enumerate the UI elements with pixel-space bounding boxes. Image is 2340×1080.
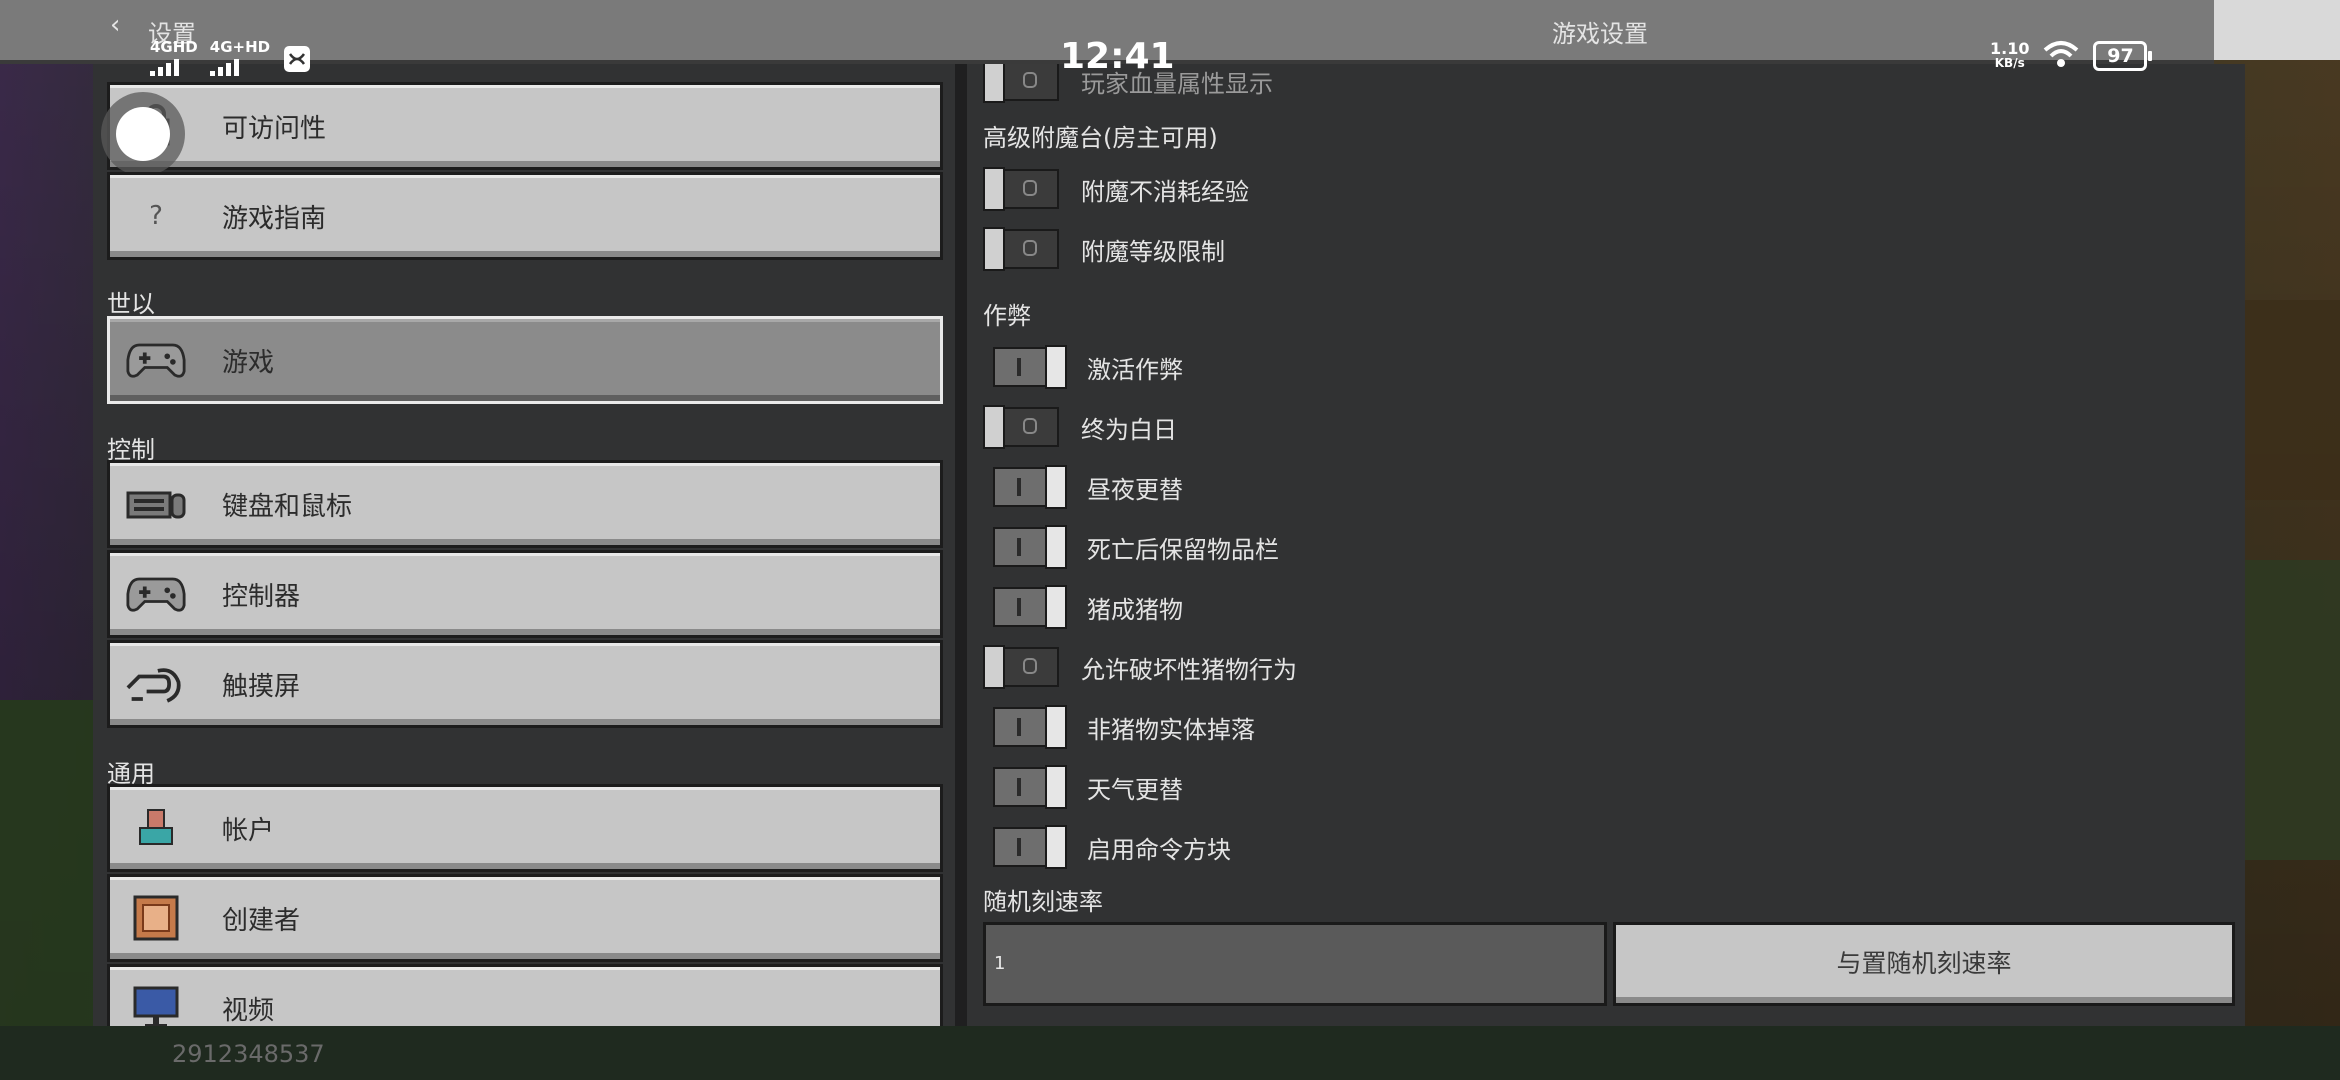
sidebar-item-game[interactable]: 游戏: [107, 316, 943, 404]
setting-label: 猪成猪物: [1087, 595, 1183, 624]
setting-row-enchant-level-limit[interactable]: 附魔等级限制: [983, 226, 1225, 272]
setting-row-keep-inventory[interactable]: 死亡后保留物品栏: [983, 524, 1279, 570]
toggle-switch[interactable]: [993, 585, 1067, 629]
setting-row-daylight-cycle[interactable]: 昼夜更替: [983, 464, 1183, 510]
touch-indicator: [101, 92, 185, 176]
signal-1-icon: 4GHD: [150, 38, 198, 76]
toggle-switch[interactable]: [993, 525, 1067, 569]
settings-panel: 玩家血量属性显示 高级附魔台(房主可用) 附魔不消耗经验 附魔等级限制 作弊 激…: [967, 64, 2245, 1026]
toggle-switch[interactable]: [983, 645, 1059, 689]
sidebar-item-label: 帐户: [222, 815, 275, 846]
controller-icon: [126, 571, 186, 617]
sidebar-item-touchscreen[interactable]: 触摸屏: [107, 640, 943, 728]
toggle-switch[interactable]: [993, 345, 1067, 389]
setting-label: 激活作弊: [1087, 355, 1183, 384]
toggle-switch[interactable]: [983, 64, 1059, 103]
toggle-switch[interactable]: [983, 405, 1059, 449]
status-clock: 12:41: [1060, 36, 1175, 77]
page-title: 游戏设置: [1552, 20, 1648, 48]
touch-icon: [126, 661, 186, 707]
app-notification-icon: [282, 44, 312, 78]
panel-divider: [955, 64, 967, 1026]
signal-2-icon: 4G+HD: [209, 38, 271, 76]
setting-row-activate-cheats[interactable]: 激活作弊: [983, 344, 1183, 390]
battery-icon: 97: [2093, 41, 2153, 71]
wifi-icon: [2043, 40, 2079, 72]
setting-label: 昼夜更替: [1087, 475, 1183, 504]
setting-label: 启用命令方块: [1087, 835, 1231, 864]
toggle-switch[interactable]: [993, 765, 1067, 809]
toggle-switch[interactable]: [983, 167, 1059, 211]
setting-label: 终为白日: [1081, 415, 1177, 444]
sidebar-item-label: 触摸屏: [222, 671, 301, 702]
setting-row-mob-spawning[interactable]: 猪成猪物: [983, 584, 1183, 630]
question-icon: ?: [149, 201, 163, 231]
reset-tick-speed-button[interactable]: 与置随机刻速率: [1613, 922, 2235, 1006]
network-1-label: 4GHD: [150, 38, 198, 56]
section-title-tick-speed: 随机刻速率: [983, 888, 1103, 916]
sidebar-item-label: 视频: [222, 995, 275, 1026]
sidebar-item-video[interactable]: 视频: [107, 964, 943, 1026]
setting-row-entity-drops[interactable]: 非猪物实体掉落: [983, 704, 1255, 750]
sidebar-item-label: 可访问性: [222, 113, 327, 144]
back-arrow-icon[interactable]: ‹: [110, 10, 120, 40]
setting-label: 死亡后保留物品栏: [1087, 535, 1279, 564]
toggle-switch[interactable]: [983, 227, 1059, 271]
watermark-text: 2912348537: [172, 1040, 325, 1068]
tick-speed-input[interactable]: 1: [983, 922, 1607, 1006]
sidebar-item-label: 控制器: [222, 581, 301, 612]
toggle-switch[interactable]: [993, 825, 1067, 869]
video-icon: [126, 985, 186, 1026]
section-title-enchant: 高级附魔台(房主可用): [983, 124, 1218, 152]
account-icon: [126, 805, 186, 851]
toggle-switch[interactable]: [993, 465, 1067, 509]
sidebar-item-keyboard-mouse[interactable]: 键盘和鼠标: [107, 460, 943, 548]
setting-label: 允许破坏性猪物行为: [1081, 655, 1297, 684]
setting-label: 非猪物实体掉落: [1087, 715, 1255, 744]
network-speed: 1.10 KB/s: [1990, 39, 2030, 71]
gamepad-icon: [126, 337, 186, 383]
sidebar-item-accessibility[interactable]: 可访问性: [107, 82, 943, 170]
sidebar-item-label: 键盘和鼠标: [222, 491, 353, 522]
sidebar: 可访问性 ? 游戏指南 世以 游戏 控制 键盘和鼠标 控制器 触摸屏 通用 帐户…: [93, 64, 955, 1026]
sidebar-item-account[interactable]: 帐户: [107, 784, 943, 872]
status-bar-signals: 4GHD 4G+HD: [150, 38, 312, 78]
speed-value: 1.10: [1990, 39, 2030, 58]
creator-icon: [126, 895, 186, 941]
header-right-block: [2214, 0, 2340, 60]
section-title-world: 世以: [107, 290, 155, 318]
speed-unit: KB/s: [1994, 56, 2025, 70]
sidebar-item-creator[interactable]: 创建者: [107, 874, 943, 962]
toggle-switch[interactable]: [993, 705, 1067, 749]
setting-row-always-day[interactable]: 终为白日: [983, 404, 1177, 450]
network-2-label: 4G+HD: [209, 38, 271, 56]
setting-label: 附魔等级限制: [1081, 237, 1225, 266]
setting-row-weather-cycle[interactable]: 天气更替: [983, 764, 1183, 810]
setting-label: 天气更替: [1087, 775, 1183, 804]
setting-label: 附魔不消耗经验: [1081, 177, 1249, 206]
status-bar-right: 1.10 KB/s 97: [1990, 39, 2153, 72]
sidebar-item-label: 游戏指南: [222, 203, 327, 234]
setting-row-enchant-no-xp[interactable]: 附魔不消耗经验: [983, 166, 1249, 212]
sidebar-item-label: 创建者: [222, 905, 301, 936]
sidebar-item-game-guide[interactable]: ? 游戏指南: [107, 172, 943, 260]
setting-row-command-blocks[interactable]: 启用命令方块: [983, 824, 1231, 870]
sidebar-item-label: 游戏: [222, 347, 275, 378]
section-title-cheats: 作弊: [983, 302, 1031, 330]
setting-row-mob-griefing[interactable]: 允许破坏性猪物行为: [983, 644, 1297, 690]
bottom-world-strip: [0, 1026, 2340, 1080]
keyboard-mouse-icon: [126, 481, 186, 527]
sidebar-item-controller[interactable]: 控制器: [107, 550, 943, 638]
